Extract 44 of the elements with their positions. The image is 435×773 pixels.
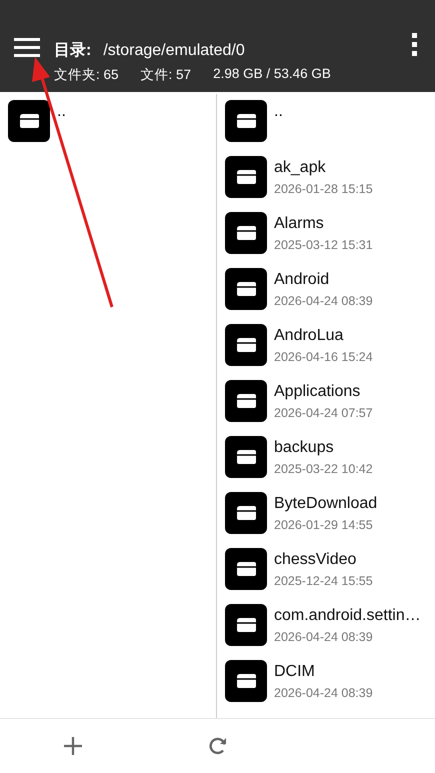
folder-name[interactable]: .. bbox=[274, 103, 283, 121]
folder-name[interactable]: DCIM bbox=[274, 663, 373, 681]
directory-path: /storage/emulated/0 bbox=[103, 42, 245, 60]
folder-icon bbox=[225, 100, 267, 142]
folder-name[interactable]: AndroLua bbox=[274, 327, 373, 345]
folder-icon bbox=[225, 212, 267, 254]
modified-date: 2026-04-24 08:39 bbox=[274, 630, 374, 644]
modified-date: 2025-03-12 15:31 bbox=[274, 238, 373, 252]
modified-date: 2026-04-24 07:57 bbox=[274, 406, 373, 420]
folder-icon bbox=[225, 660, 267, 702]
modified-date: 2026-04-16 15:24 bbox=[274, 350, 373, 364]
folder-icon bbox=[225, 492, 267, 534]
stat-text: 文件夹: 65 bbox=[54, 66, 119, 84]
modified-date: 2026-01-29 14:55 bbox=[274, 518, 374, 532]
folder-name[interactable]: Android bbox=[274, 271, 373, 289]
folder-name[interactable]: backups bbox=[274, 439, 373, 457]
folder-icon bbox=[8, 100, 50, 142]
add-icon bbox=[64, 737, 82, 755]
menu-button[interactable] bbox=[14, 36, 42, 60]
folder-name[interactable]: .. bbox=[57, 103, 66, 121]
more-options-icon bbox=[411, 32, 419, 58]
folder-icon bbox=[225, 380, 267, 422]
folder-icon bbox=[225, 436, 267, 478]
directory-label: 目录: bbox=[54, 41, 92, 61]
stat-text: 2.98 GB / 53.46 GB bbox=[213, 66, 331, 83]
menu-icon bbox=[14, 36, 42, 60]
folder-name[interactable]: Applications bbox=[274, 383, 373, 401]
modified-date: 2026-01-28 15:15 bbox=[274, 182, 373, 196]
folder-name[interactable]: Alarms bbox=[274, 215, 373, 233]
folder-icon bbox=[225, 548, 267, 590]
folder-name[interactable]: ByteDownload bbox=[274, 495, 378, 513]
stat-text: 文件: 57 bbox=[140, 66, 192, 84]
modified-date: 2025-03-22 10:42 bbox=[274, 462, 373, 476]
modified-date: 2026-04-24 08:39 bbox=[274, 686, 373, 700]
folder-icon bbox=[225, 604, 267, 646]
modified-date: 2025-12-24 15:55 bbox=[274, 574, 373, 588]
folder-name[interactable]: ak_apk bbox=[274, 159, 373, 177]
modified-date: 2026-04-24 08:39 bbox=[274, 294, 373, 308]
folder-name[interactable]: com.android.settin… bbox=[274, 607, 421, 625]
folder-name[interactable]: chessVideo bbox=[274, 551, 373, 569]
refresh-icon bbox=[208, 736, 228, 756]
folder-icon bbox=[225, 268, 267, 310]
folder-icon bbox=[225, 324, 267, 366]
folder-icon bbox=[225, 156, 267, 198]
